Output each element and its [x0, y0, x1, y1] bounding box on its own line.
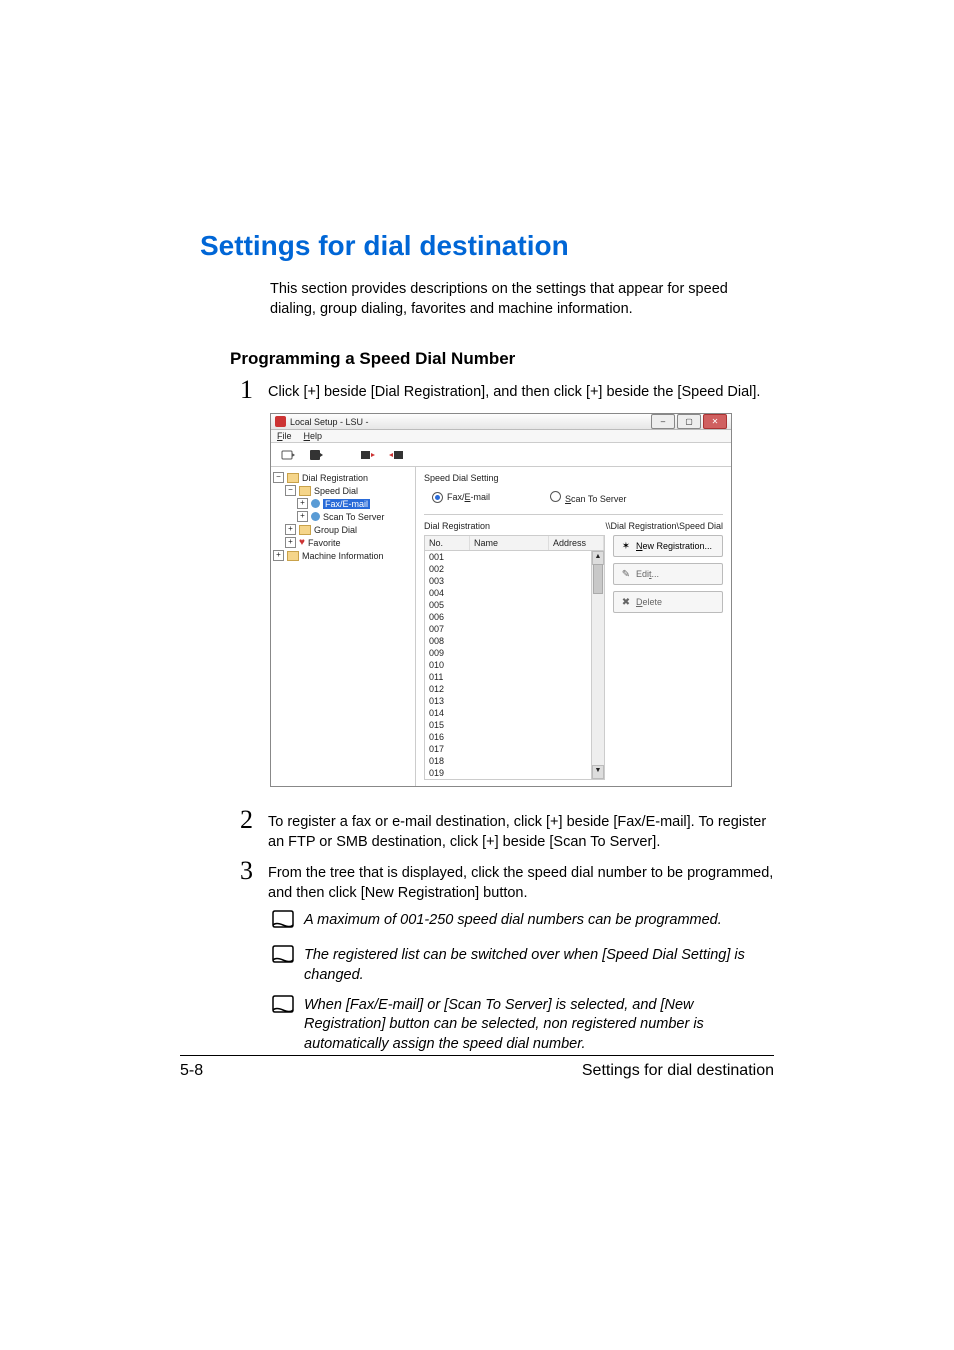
list-row[interactable]: 015 — [425, 719, 604, 731]
close-button[interactable]: ✕ — [703, 414, 727, 429]
app-icon — [275, 416, 286, 427]
delete-icon: ✖ — [620, 596, 632, 608]
step-text: To register a fax or e-mail destination,… — [268, 807, 774, 852]
new-icon: ✶ — [620, 540, 632, 552]
page-footer: 5-8 Settings for dial destination — [180, 1055, 774, 1080]
maximize-button[interactable]: ▢ — [677, 414, 701, 429]
edit-icon: ✎ — [620, 568, 632, 580]
toolbar-icon-2[interactable] — [307, 446, 325, 464]
titlebar: Local Setup - LSU - – ▢ ✕ — [271, 414, 731, 430]
path-label: \\Dial Registration\Speed Dial — [605, 521, 723, 531]
toolbar-icon-4[interactable] — [387, 446, 405, 464]
speed-dial-list[interactable]: No. Name Address ▲ ▼ 00100200300400 — [424, 535, 605, 780]
list-row[interactable]: 002 — [425, 563, 604, 575]
list-row[interactable]: 005 — [425, 599, 604, 611]
app-screenshot: Local Setup - LSU - – ▢ ✕ File Help — [270, 413, 774, 787]
list-row[interactable]: 004 — [425, 587, 604, 599]
list-row[interactable]: 003 — [425, 575, 604, 587]
tree-panel: −Dial Registration −Speed Dial +Fax/E-ma… — [271, 467, 416, 786]
toolbar-icon-1[interactable] — [279, 446, 297, 464]
window-title: Local Setup - LSU - — [290, 417, 369, 427]
tree-dial-registration[interactable]: −Dial Registration — [273, 471, 413, 484]
list-row[interactable]: 017 — [425, 743, 604, 755]
speed-dial-setting-label: Speed Dial Setting — [424, 473, 723, 483]
menu-file[interactable]: File — [277, 431, 292, 441]
step-text: From the tree that is displayed, click t… — [268, 858, 774, 903]
radio-fax-email[interactable]: Fax/E-mail — [432, 492, 490, 503]
step-number: 3 — [240, 858, 268, 884]
tree-fax-email[interactable]: +Fax/E-mail — [273, 497, 413, 510]
page-number: 5-8 — [180, 1062, 203, 1080]
note-icon — [270, 994, 304, 1021]
new-registration-button[interactable]: ✶ New Registration... — [613, 535, 723, 557]
dial-registration-label: Dial Registration — [424, 521, 490, 531]
step-number: 1 — [240, 377, 268, 403]
note-2: The registered list can be switched over… — [270, 944, 774, 985]
scroll-thumb[interactable] — [593, 564, 603, 594]
step-1: 1 Click [+] beside [Dial Registration], … — [240, 377, 774, 403]
main-panel: Speed Dial Setting Fax/E-mail Scan To Se… — [416, 467, 731, 786]
intro-paragraph: This section provides descriptions on th… — [270, 280, 774, 319]
list-row[interactable]: 001 — [425, 551, 604, 563]
note-icon — [270, 909, 304, 936]
menubar: File Help — [271, 430, 731, 443]
app-window: Local Setup - LSU - – ▢ ✕ File Help — [270, 413, 732, 787]
section-title: Settings for dial destination — [200, 230, 774, 262]
list-row[interactable]: 011 — [425, 671, 604, 683]
toolbar — [271, 443, 731, 467]
step-text: Click [+] beside [Dial Registration], an… — [268, 377, 760, 403]
tree-group-dial[interactable]: +Group Dial — [273, 523, 413, 536]
note-text: When [Fax/E-mail] or [Scan To Server] is… — [304, 994, 774, 1055]
tree-favorite[interactable]: +♥Favorite — [273, 536, 413, 549]
step-2: 2 To register a fax or e-mail destinatio… — [240, 807, 774, 852]
note-3: When [Fax/E-mail] or [Scan To Server] is… — [270, 994, 774, 1055]
scroll-up-button[interactable]: ▲ — [592, 551, 604, 565]
minimize-button[interactable]: – — [651, 414, 675, 429]
list-row[interactable]: 006 — [425, 611, 604, 623]
scroll-down-button[interactable]: ▼ — [592, 765, 604, 779]
list-row[interactable]: 016 — [425, 731, 604, 743]
delete-button[interactable]: ✖ Delete — [613, 591, 723, 613]
note-text: The registered list can be switched over… — [304, 944, 774, 985]
note-1: A maximum of 001-250 speed dial numbers … — [270, 909, 774, 936]
col-no: No. — [425, 536, 470, 550]
step-number: 2 — [240, 807, 268, 833]
list-row[interactable]: 009 — [425, 647, 604, 659]
tree-machine-information[interactable]: +Machine Information — [273, 549, 413, 562]
col-name: Name — [470, 536, 549, 550]
edit-button[interactable]: ✎ Edit... — [613, 563, 723, 585]
step-3: 3 From the tree that is displayed, click… — [240, 858, 774, 903]
col-address: Address — [549, 536, 604, 550]
radio-scan-to-server[interactable]: Scan To Server — [550, 491, 626, 504]
menu-help[interactable]: Help — [304, 431, 323, 441]
list-row[interactable]: 010 — [425, 659, 604, 671]
list-row[interactable]: 012 — [425, 683, 604, 695]
list-row[interactable]: 014 — [425, 707, 604, 719]
scrollbar[interactable]: ▲ ▼ — [591, 551, 604, 779]
note-icon — [270, 944, 304, 971]
tree-scan-to-server[interactable]: +Scan To Server — [273, 510, 413, 523]
list-row[interactable]: 007 — [425, 623, 604, 635]
list-row[interactable]: 019 — [425, 767, 604, 779]
subheading: Programming a Speed Dial Number — [230, 349, 774, 369]
list-row[interactable]: 008 — [425, 635, 604, 647]
footer-title: Settings for dial destination — [582, 1062, 774, 1080]
toolbar-icon-3[interactable] — [359, 446, 377, 464]
note-text: A maximum of 001-250 speed dial numbers … — [304, 909, 722, 931]
list-row[interactable]: 013 — [425, 695, 604, 707]
list-row[interactable]: 018 — [425, 755, 604, 767]
tree-speed-dial[interactable]: −Speed Dial — [273, 484, 413, 497]
list-header: No. Name Address — [425, 536, 604, 551]
